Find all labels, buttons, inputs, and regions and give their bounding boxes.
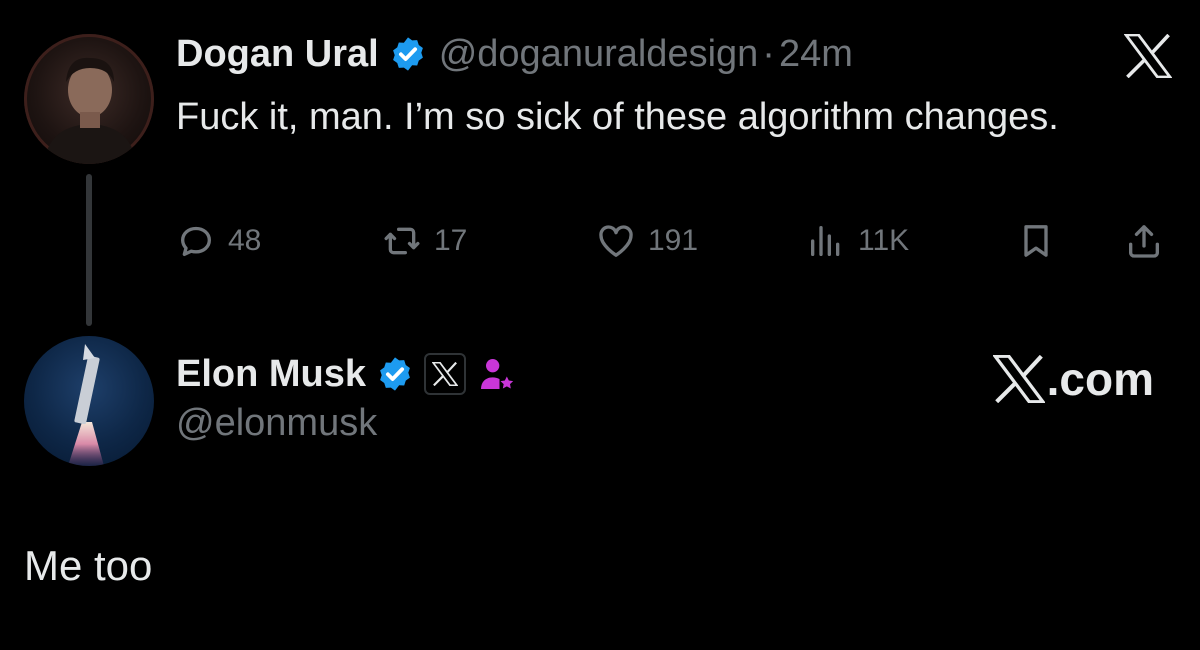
reply-author-avatar[interactable] [24,336,154,466]
repost-button[interactable]: 17 [382,218,467,264]
separator: · [762,32,775,75]
reply-author-header: Elon Musk [176,348,516,400]
verified-badge-icon [392,37,423,71]
like-button[interactable]: 191 [596,218,698,264]
person-silhouette-icon [44,57,136,164]
x-affiliate-badge-icon[interactable] [424,353,467,395]
x-logo-small-icon [432,362,459,386]
tweet-actions: 48 17 191 11K [176,218,1172,264]
author-name[interactable]: Dogan Ural [176,33,379,76]
repost-icon [384,227,420,255]
reply-text: Me too [24,542,153,589]
view-count: 11K [858,224,910,257]
views-button[interactable]: 11K [806,218,909,264]
bookmark-button[interactable] [1016,218,1056,264]
tweet-time[interactable]: 24m [779,33,853,75]
reply-icon [181,226,211,256]
x-com-logo: .com [992,352,1154,406]
views-chart-icon [811,226,840,256]
tweet-header: Dogan Ural @doganuraldesign · 24m [176,28,853,80]
affiliate-user-star-icon [481,359,514,389]
user-avatar[interactable] [24,34,154,164]
share-icon [1129,225,1159,258]
rocket-icon [68,344,104,466]
reply-button[interactable]: 48 [176,218,261,264]
reply-author-name[interactable]: Elon Musk [176,353,366,396]
author-handle[interactable]: @doganuraldesign [439,33,759,75]
like-count: 191 [648,224,699,257]
x-logo-icon [992,355,1045,403]
verified-badge-icon [380,357,410,391]
repost-count: 17 [434,224,468,257]
x-logo-icon [1124,34,1172,78]
author-handle-time: @doganuraldesign · 24m [439,33,853,76]
tweet-text: Fuck it, man. I’m so sick of these algor… [176,96,1059,138]
thread-connector-line [86,174,92,326]
reply-author-handle[interactable]: @elonmusk [176,402,377,445]
share-button[interactable] [1124,218,1164,264]
original-tweet[interactable]: Dogan Ural @doganuraldesign · 24m Fuck it,… [0,0,1200,330]
bookmark-icon [1024,225,1048,257]
reply-count: 48 [228,224,262,257]
heart-icon [599,225,633,257]
x-com-text: .com [1046,353,1154,405]
